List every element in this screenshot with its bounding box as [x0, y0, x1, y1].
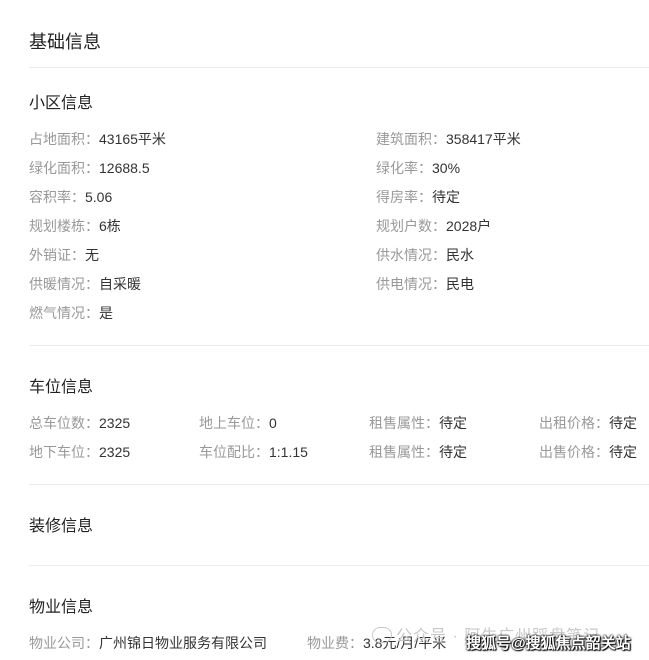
info-item-property-company: 物业公司：广州锦日物业服务有限公司: [29, 633, 267, 653]
item-value: 5.06: [85, 189, 113, 205]
item-value: 12688.5: [99, 160, 150, 176]
item-value: 43165平米: [99, 131, 166, 147]
info-row: 占地面积：43165平米 建筑面积：358417平米: [29, 129, 649, 149]
property-section-title: 物业信息: [29, 599, 94, 616]
item-value: 358417平米: [446, 131, 521, 147]
item-value: 2028户: [446, 218, 492, 234]
item-label: 物业费：: [307, 635, 363, 651]
item-label: 供暖情况：: [29, 276, 99, 292]
item-label: 出租价格：: [539, 415, 609, 431]
item-value: 6栋: [99, 218, 121, 234]
info-item-water: 供水情况：民水: [376, 245, 474, 265]
info-row: 规划楼栋：6栋 规划户数：2028户: [29, 216, 649, 236]
info-item-sale-price: 出售价格：待定: [539, 442, 637, 462]
item-value: 自采暖: [99, 276, 141, 292]
info-item-households: 规划户数：2028户: [376, 216, 491, 236]
item-label: 外销证：: [29, 247, 85, 263]
item-label: 租售属性：: [369, 444, 439, 460]
item-label: 规划户数：: [376, 218, 446, 234]
info-item-rent-price: 出租价格：待定: [539, 413, 637, 433]
info-item-gas: 燃气情况：是: [29, 303, 113, 323]
item-value: 待定: [609, 444, 637, 460]
item-label: 建筑面积：: [376, 131, 446, 147]
item-label: 容积率：: [29, 189, 85, 205]
item-label: 出售价格：: [539, 444, 609, 460]
item-value: 民水: [446, 247, 474, 263]
item-label: 绿化面积：: [29, 160, 99, 176]
parking-section-title: 车位信息: [29, 379, 94, 396]
info-row: 燃气情况：是: [29, 303, 649, 323]
item-label: 得房率：: [376, 189, 432, 205]
source-watermark: 搜狐号@搜狐焦点韶关站: [466, 635, 631, 652]
info-item-green-area: 绿化面积：12688.5: [29, 158, 150, 178]
item-label: 燃气情况：: [29, 305, 99, 321]
item-label: 地下车位：: [29, 444, 99, 460]
divider: [29, 345, 649, 346]
item-label: 绿化率：: [376, 160, 432, 176]
item-value: 2325: [99, 415, 131, 431]
info-row: 总车位数：2325 地上车位：0 租售属性：待定 出租价格：待定: [29, 413, 649, 433]
divider: [29, 484, 649, 485]
info-item-total-parking: 总车位数：2325: [29, 413, 130, 433]
item-value: 30%: [432, 160, 461, 176]
item-value: 待定: [439, 444, 467, 460]
divider: [29, 67, 649, 68]
info-item-plot-ratio: 容积率：5.06: [29, 187, 112, 207]
info-item-building-area: 建筑面积：358417平米: [376, 129, 521, 149]
item-label: 物业公司：: [29, 635, 99, 651]
info-item-export-cert: 外销证：无: [29, 245, 99, 265]
item-value: 1:1.15: [269, 444, 308, 460]
item-value: 2325: [99, 444, 131, 460]
info-item-buildings: 规划楼栋：6栋: [29, 216, 121, 236]
divider: [29, 565, 649, 566]
item-value: 待定: [439, 415, 467, 431]
info-row: 供暖情况：自采暖 供电情况：民电: [29, 274, 649, 294]
info-item-power: 供电情况：民电: [376, 274, 474, 294]
info-item-land-area: 占地面积：43165平米: [29, 129, 166, 149]
info-item-heating: 供暖情况：自采暖: [29, 274, 141, 294]
item-label: 供水情况：: [376, 247, 446, 263]
item-label: 车位配比：: [199, 444, 269, 460]
decoration-section-title: 装修信息: [29, 518, 94, 535]
info-row: 外销证：无 供水情况：民水: [29, 245, 649, 265]
item-label: 租售属性：: [369, 415, 439, 431]
item-label: 地上车位：: [199, 415, 269, 431]
info-row: 绿化面积：12688.5 绿化率：30%: [29, 158, 649, 178]
item-label: 规划楼栋：: [29, 218, 99, 234]
item-value: 是: [99, 305, 113, 321]
info-row: 地下车位：2325 车位配比：1:1.15 租售属性：待定 出售价格：待定: [29, 442, 649, 462]
info-item-underground-parking: 地下车位：2325: [29, 442, 130, 462]
item-value: 0: [269, 415, 277, 431]
item-value: 无: [85, 247, 99, 263]
info-item-efficiency: 得房率：待定: [376, 187, 460, 207]
info-item-lease-type: 租售属性：待定: [369, 413, 467, 433]
item-value: 待定: [609, 415, 637, 431]
wechat-icon: [372, 627, 392, 643]
item-label: 供电情况：: [376, 276, 446, 292]
item-value: 待定: [432, 189, 460, 205]
info-item-above-ground-parking: 地上车位：0: [199, 413, 277, 433]
info-row: 容积率：5.06 得房率：待定: [29, 187, 649, 207]
item-label: 总车位数：: [29, 415, 99, 431]
info-item-green-rate: 绿化率：30%: [376, 158, 460, 178]
item-label: 占地面积：: [29, 131, 99, 147]
info-item-parking-ratio: 车位配比：1:1.15: [199, 442, 308, 462]
page-title: 基础信息: [29, 32, 101, 52]
item-value: 民电: [446, 276, 474, 292]
info-item-lease-type: 租售属性：待定: [369, 442, 467, 462]
item-value: 广州锦日物业服务有限公司: [99, 635, 267, 651]
community-section-title: 小区信息: [29, 95, 94, 112]
